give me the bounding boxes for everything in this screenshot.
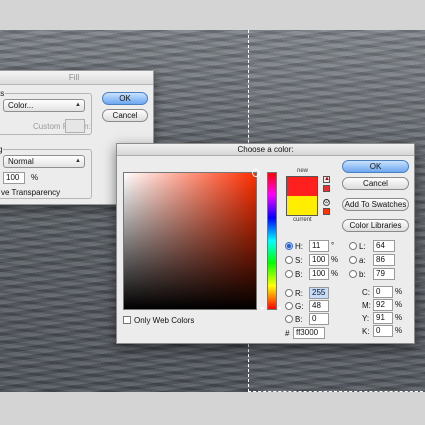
use-select-value: Color... [8, 101, 34, 110]
out-of-gamut-warning-icon[interactable]: ▲ [323, 176, 330, 183]
hue-field[interactable]: 11 [309, 240, 329, 252]
hue-slider[interactable] [267, 172, 277, 310]
only-web-colors-checkbox[interactable] [123, 316, 131, 324]
green-label: G: [295, 302, 304, 311]
color-picker-title: Choose a color: [117, 144, 414, 156]
hue-radio[interactable] [285, 242, 293, 250]
only-web-colors-label[interactable]: Only Web Colors [134, 316, 194, 325]
black-label: K: [362, 327, 370, 336]
lab-b-field[interactable]: 79 [373, 268, 395, 280]
lab-a-label: a: [359, 256, 366, 265]
color-picker-dialog: Choose a color: ▸ ◂ new current ▲ ⊙ OK C… [116, 143, 415, 344]
cyan-label: C: [362, 288, 370, 297]
cyan-unit: % [395, 287, 403, 296]
hex-field[interactable]: ff3000 [293, 327, 325, 339]
red-field[interactable]: 255 [309, 287, 329, 299]
hue-label: H: [295, 242, 303, 251]
cyan-field[interactable]: 0 [373, 286, 393, 298]
gamut-correction-swatch[interactable] [323, 185, 330, 192]
blending-group-label: g [0, 145, 4, 154]
saturation-field[interactable]: 100 [309, 254, 329, 266]
blue-label: B: [295, 315, 303, 324]
new-color-label: new [297, 168, 309, 174]
hue-unit: ° [331, 241, 335, 250]
lab-a-radio[interactable] [349, 256, 357, 264]
lab-b-label: b: [359, 270, 366, 279]
add-to-swatches-button[interactable]: Add To Swatches [342, 198, 409, 211]
black-unit: % [395, 326, 403, 335]
brightness-radio[interactable] [285, 270, 293, 278]
saturation-brightness-field[interactable] [123, 169, 260, 310]
magenta-label: M: [362, 301, 371, 310]
saturation-label: S: [295, 256, 303, 265]
brightness-field[interactable]: 100 [309, 268, 329, 280]
use-select[interactable]: Color... ▲ [3, 99, 85, 112]
web-safe-swatch[interactable] [323, 208, 330, 215]
lab-l-radio[interactable] [349, 242, 357, 250]
color-marker[interactable] [252, 169, 260, 177]
new-color-swatch [286, 176, 318, 196]
green-field[interactable]: 48 [309, 300, 329, 312]
hue-slider-left-arrow-icon[interactable]: ▸ [261, 304, 265, 312]
opacity-unit: % [31, 173, 39, 182]
yellow-field[interactable]: 91 [373, 312, 393, 324]
green-radio[interactable] [285, 302, 293, 310]
magenta-unit: % [395, 300, 403, 309]
popup-arrows-icon: ▲ [75, 158, 81, 164]
mode-select[interactable]: Normal ▲ [3, 155, 85, 168]
black-field[interactable]: 0 [373, 325, 393, 337]
brightness-unit: % [331, 269, 339, 278]
lab-b-radio[interactable] [349, 270, 357, 278]
contents-group-label: ts [0, 89, 6, 98]
fill-dialog-title: Fill [0, 71, 153, 85]
yellow-unit: % [395, 313, 403, 322]
magenta-field[interactable]: 92 [373, 299, 393, 311]
current-color-swatch[interactable] [286, 196, 318, 216]
color-libraries-button[interactable]: Color Libraries [342, 219, 409, 232]
blue-field[interactable]: 0 [309, 313, 329, 325]
web-safe-warning-icon[interactable]: ⊙ [323, 199, 330, 206]
fill-ok-button[interactable]: OK [102, 92, 148, 105]
brightness-label: B: [295, 270, 303, 279]
current-color-label: current [293, 217, 312, 223]
lab-l-field[interactable]: 64 [373, 240, 395, 252]
picker-ok-button[interactable]: OK [342, 160, 409, 173]
workspace-background [0, 392, 425, 425]
hue-slider-right-arrow-icon[interactable]: ◂ [277, 304, 281, 312]
blue-radio[interactable] [285, 315, 293, 323]
fill-cancel-button[interactable]: Cancel [102, 109, 148, 122]
yellow-label: Y: [362, 314, 370, 323]
popup-arrows-icon: ▲ [75, 102, 81, 108]
custom-pattern-swatch [65, 119, 85, 133]
red-radio[interactable] [285, 289, 293, 297]
preserve-transparency-label[interactable]: ve Transparency [1, 188, 60, 197]
saturation-unit: % [331, 255, 339, 264]
lab-l-label: L: [359, 242, 366, 251]
opacity-field[interactable]: 100 [3, 172, 25, 184]
mode-select-value: Normal [8, 157, 34, 166]
saturation-radio[interactable] [285, 256, 293, 264]
picker-cancel-button[interactable]: Cancel [342, 177, 409, 190]
lab-a-field[interactable]: 86 [373, 254, 395, 266]
hex-label: # [285, 329, 290, 338]
red-label: R: [295, 289, 303, 298]
